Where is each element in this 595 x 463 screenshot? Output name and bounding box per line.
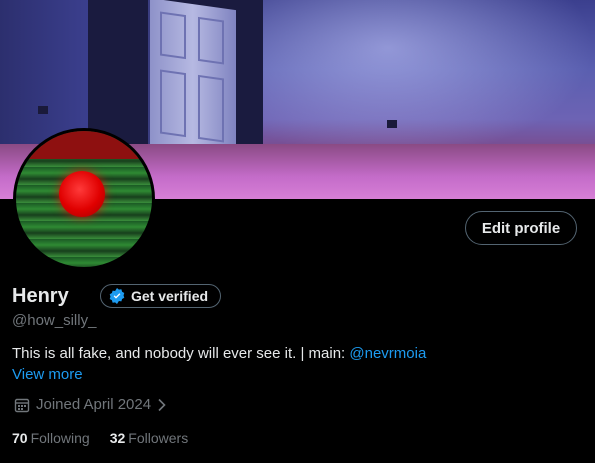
bio-mention-link[interactable]: @nevrmoia bbox=[349, 345, 426, 362]
followers-label: Followers bbox=[128, 430, 189, 446]
verified-badge-icon bbox=[109, 288, 125, 304]
joined-date[interactable]: Joined April 2024 bbox=[14, 396, 167, 413]
profile-bio: This is all fake, and nobody will ever s… bbox=[12, 345, 426, 362]
edit-profile-button[interactable]: Edit profile bbox=[465, 211, 577, 245]
followers-count: 32 bbox=[109, 430, 126, 446]
joined-label: Joined April 2024 bbox=[36, 396, 152, 413]
get-verified-button[interactable]: Get verified bbox=[100, 284, 222, 308]
get-verified-label: Get verified bbox=[131, 288, 209, 304]
bio-text: This is all fake, and nobody will ever s… bbox=[12, 345, 350, 362]
profile-name: Henry bbox=[12, 285, 69, 307]
banner-light bbox=[250, 0, 595, 160]
follow-stats: 70 Following 32 Followers bbox=[12, 430, 188, 446]
view-more-link[interactable]: View more bbox=[12, 366, 83, 383]
following-count: 70 bbox=[12, 430, 28, 446]
chevron-right-icon bbox=[158, 398, 166, 411]
following-link[interactable]: 70 Following bbox=[12, 430, 90, 446]
profile-handle: @how_silly_ bbox=[12, 312, 97, 329]
banner-sconce-left bbox=[38, 106, 48, 114]
calendar-icon bbox=[14, 398, 30, 412]
avatar[interactable] bbox=[13, 128, 155, 270]
banner-sconce-right bbox=[387, 120, 397, 128]
followers-link[interactable]: 32 Followers bbox=[110, 430, 188, 446]
following-label: Following bbox=[30, 430, 90, 446]
